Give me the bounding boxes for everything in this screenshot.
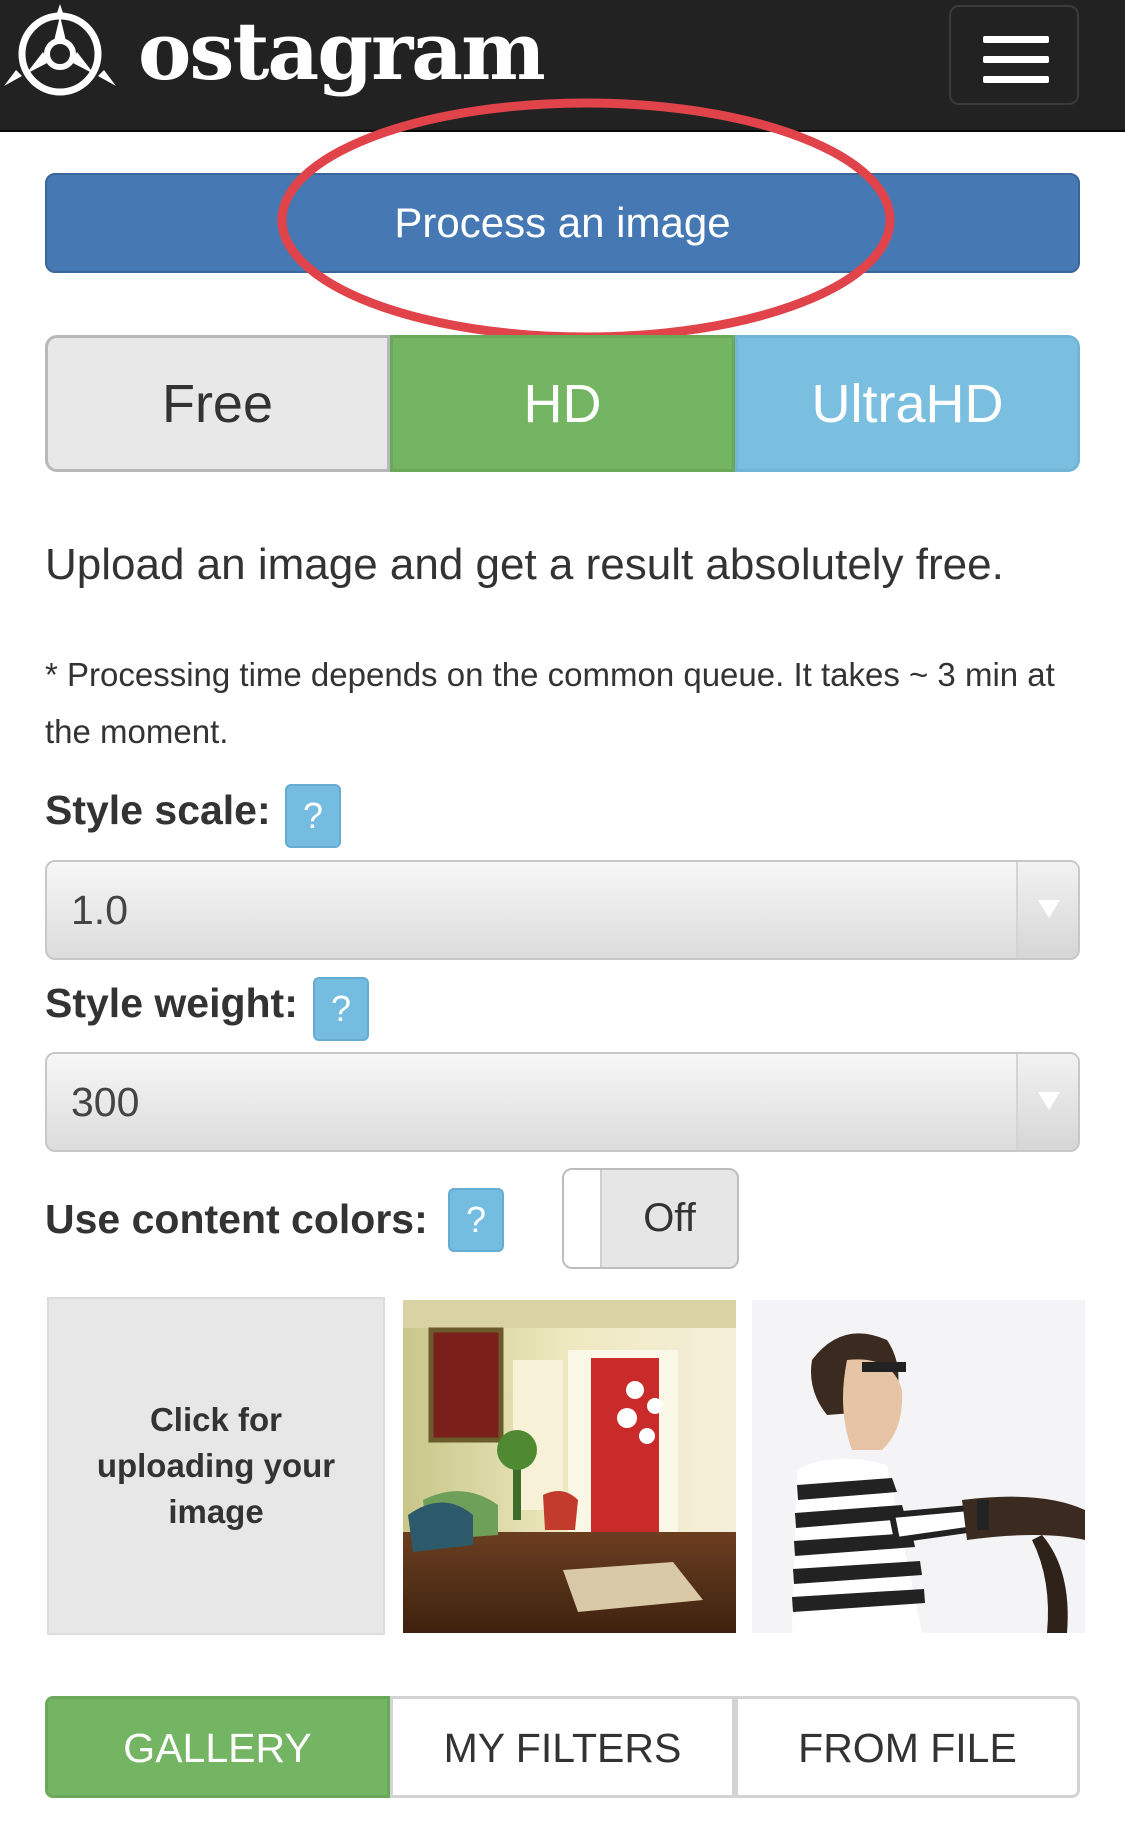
style-weight-label: Style weight: [45,980,298,1026]
process-image-button[interactable]: Process an image [45,173,1080,273]
plan-tab-free[interactable]: Free [45,335,390,472]
plan-tab-ultrahd[interactable]: UltraHD [735,335,1080,472]
style-scale-dropdown-toggle[interactable] [1016,862,1078,958]
hairdresser-portrait-photo [752,1300,1085,1633]
source-tabs: GALLERY MY FILTERS FROM FILE [45,1696,1080,1798]
tab-gallery[interactable]: GALLERY [45,1696,390,1798]
chevron-down-icon [1038,900,1060,918]
tab-my-filters[interactable]: MY FILTERS [390,1696,735,1798]
hamburger-menu-icon [983,56,1049,63]
plan-tab-hd[interactable]: HD [390,335,735,472]
style-weight-select[interactable]: 300 [45,1052,1080,1152]
style-scale-help-button[interactable]: ? [285,784,341,848]
plan-description: Upload an image and get a result absolut… [45,540,1004,589]
style-weight-value: 300 [71,1079,140,1125]
hamburger-menu-button[interactable] [949,5,1079,105]
plan-selector: Free HD UltraHD [45,335,1080,472]
hamburger-menu-icon [983,76,1049,83]
style-thumbnail-hairdresser[interactable] [752,1300,1085,1633]
style-scale-select[interactable]: 1.0 [45,860,1080,960]
processing-time-note: * Processing time depends on the common … [45,656,1055,750]
style-scale-value: 1.0 [71,887,128,933]
style-weight-help-button[interactable]: ? [313,977,369,1041]
navbar: ostagram [0,0,1125,132]
style-scale-label: Style scale: [45,787,271,833]
style-thumbnail-interior[interactable] [403,1300,736,1633]
interior-room-photo [403,1300,736,1633]
content-colors-help-button[interactable]: ? [448,1188,504,1252]
chevron-down-icon [1038,1092,1060,1110]
upload-image-tile[interactable]: Click for uploading your image [47,1297,385,1635]
hamburger-menu-icon [983,36,1049,43]
ostagram-logo-icon[interactable] [2,2,120,102]
content-colors-label: Use content colors: [45,1196,428,1242]
brand-name[interactable]: ostagram [138,2,546,100]
toggle-knob [564,1170,602,1267]
tab-from-file[interactable]: FROM FILE [735,1696,1080,1798]
style-weight-dropdown-toggle[interactable] [1016,1054,1078,1150]
content-colors-toggle[interactable]: Off [562,1168,739,1269]
toggle-state: Off [643,1196,696,1240]
